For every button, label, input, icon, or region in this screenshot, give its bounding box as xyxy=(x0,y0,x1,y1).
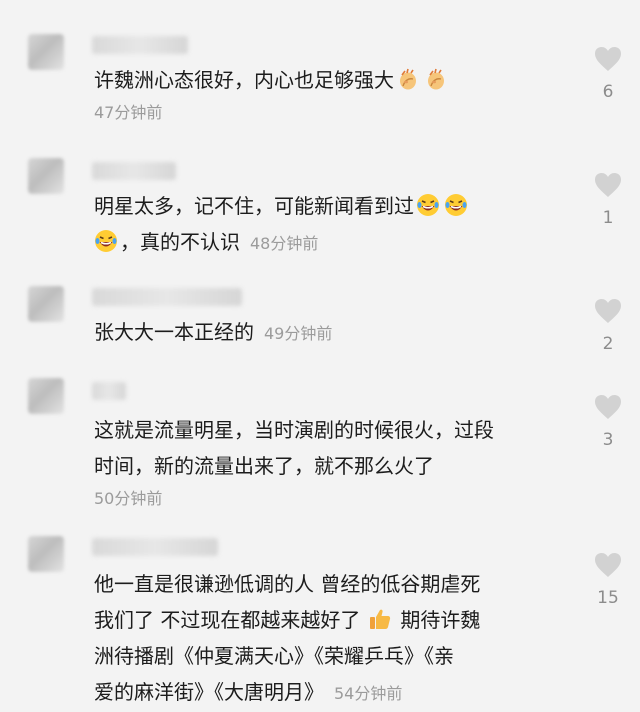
like-button[interactable]: 1 xyxy=(588,172,628,228)
username-blurred[interactable] xyxy=(92,162,176,180)
like-button[interactable]: 15 xyxy=(588,552,628,608)
comment-text: 张大大一本正经的 49分钟前 xyxy=(94,314,568,352)
comment-time: 54分钟前 xyxy=(334,684,403,703)
avatar[interactable] xyxy=(28,34,64,70)
like-count: 1 xyxy=(602,208,614,228)
like-count: 2 xyxy=(602,334,614,354)
comment-text: 许魏洲心态很好，内心也足够强大 47分钟前 xyxy=(94,62,568,128)
comment-text: 他一直是很谦逊低调的人 曾经的低谷期虐死 我们了 不过现在都越来越好了 期待许魏洲待… xyxy=(94,566,568,712)
avatar[interactable] xyxy=(28,536,64,572)
heart-icon xyxy=(594,46,622,72)
username-blurred[interactable] xyxy=(92,382,126,400)
clapping-hands-icon xyxy=(424,67,448,91)
comment-time: 47分钟前 xyxy=(94,103,163,122)
avatar[interactable] xyxy=(28,378,64,414)
comment-text-content: 这就是流量明星，当时演剧的时候很火，过段 xyxy=(94,418,494,442)
like-count: 6 xyxy=(602,82,614,102)
like-button[interactable]: 3 xyxy=(588,394,628,450)
avatar[interactable] xyxy=(28,286,64,322)
comment-text-content: 我们了 不过现在都越来越好了 xyxy=(94,608,361,632)
rolling-laughing-icon xyxy=(416,193,440,217)
comment-time: 49分钟前 xyxy=(264,324,333,343)
rolling-laughing-icon xyxy=(444,193,468,217)
clapping-hands-icon xyxy=(396,67,420,91)
heart-icon xyxy=(594,298,622,324)
comment-time: 48分钟前 xyxy=(250,234,319,253)
username-blurred[interactable] xyxy=(92,538,218,556)
comment-text-content: 许魏洲心态很好，内心也足够强大 xyxy=(94,68,394,92)
heart-icon xyxy=(594,552,622,578)
avatar[interactable] xyxy=(28,158,64,194)
comment-text-content: 张大大一本正经的 xyxy=(94,320,254,344)
comment-text-content: ，真的不认识 xyxy=(120,230,240,254)
comment-text: 明星太多，记不住，可能新闻看到过 ，真的不认识 48分钟前 xyxy=(94,188,568,262)
like-count: 15 xyxy=(597,588,619,608)
comment-text-content: 洲待播剧《仲夏满天心》《荣耀乒乓》《亲 xyxy=(94,644,454,668)
rolling-laughing-icon xyxy=(94,229,118,253)
comment-text-content: 明星太多，记不住，可能新闻看到过 xyxy=(94,194,414,218)
like-button[interactable]: 2 xyxy=(588,298,628,354)
comment-text-content: 他一直是很谦逊低调的人 曾经的低谷期虐死 xyxy=(94,572,481,596)
thumbs-up-icon xyxy=(368,607,392,631)
like-button[interactable]: 6 xyxy=(588,46,628,102)
comment-text-content: 期待许魏 xyxy=(400,608,481,632)
heart-icon xyxy=(594,394,622,420)
comment-text-content: 爱的麻洋街》《大唐明月》 xyxy=(94,680,324,704)
comment-time: 50分钟前 xyxy=(94,489,163,508)
heart-icon xyxy=(594,172,622,198)
username-blurred[interactable] xyxy=(92,288,242,306)
like-count: 3 xyxy=(602,430,614,450)
username-blurred[interactable] xyxy=(92,36,188,54)
comment-text-content: 时间，新的流量出来了，就不那么火了 xyxy=(94,454,434,478)
comment-text: 这就是流量明星，当时演剧的时候很火，过段 时间，新的流量出来了，就不那么火了 50… xyxy=(94,412,568,514)
